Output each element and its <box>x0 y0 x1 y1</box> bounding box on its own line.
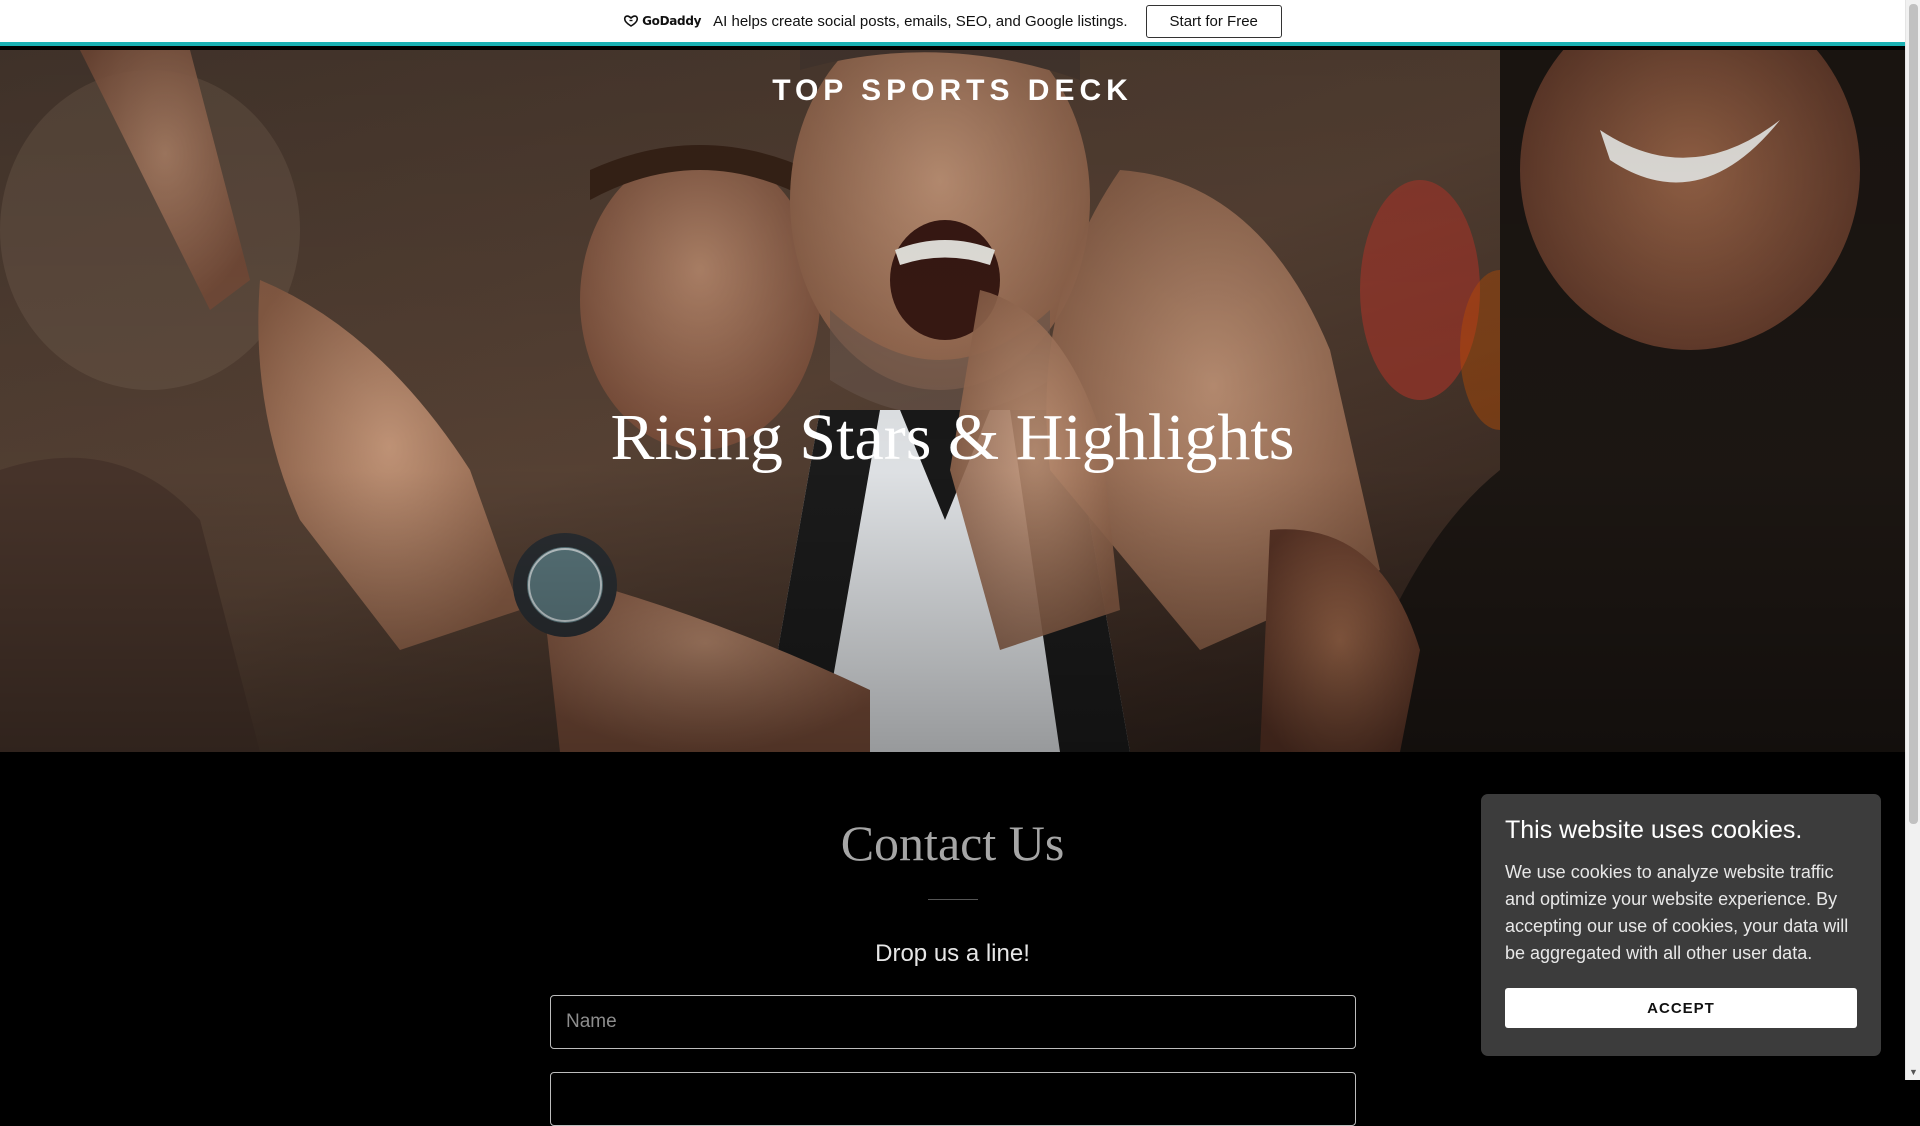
start-for-free-button[interactable]: Start for Free <box>1145 4 1282 38</box>
promo-bar: GoDaddy AI helps create social posts, em… <box>0 0 1905 46</box>
promo-text: AI helps create social posts, emails, SE… <box>713 12 1128 30</box>
scroll-down-arrow-icon[interactable]: ▼ <box>1906 1065 1920 1080</box>
godaddy-logo-text: GoDaddy <box>642 14 702 28</box>
accept-cookies-button[interactable]: ACCEPT <box>1505 988 1857 1028</box>
name-field[interactable] <box>550 995 1356 1049</box>
site-title[interactable]: TOP SPORTS DECK <box>0 74 1905 108</box>
contact-divider <box>928 899 978 900</box>
godaddy-logo-icon <box>624 15 639 27</box>
scrollbar-thumb[interactable] <box>1909 4 1918 824</box>
page-scrollbar[interactable]: ▼ <box>1905 0 1920 1080</box>
email-field[interactable] <box>550 1072 1356 1126</box>
cookie-body: We use cookies to analyze website traffi… <box>1505 862 1849 963</box>
cookie-title: This website uses cookies. <box>1505 816 1803 844</box>
hero-heading: Rising Stars & Highlights <box>610 401 1295 474</box>
godaddy-logo[interactable]: GoDaddy <box>623 14 701 28</box>
hero-section: TOP SPORTS DECK Rising Stars & Highlight… <box>0 50 1905 752</box>
cookie-consent-panel: This website uses cookies. We use cookie… <box>1481 794 1881 1056</box>
